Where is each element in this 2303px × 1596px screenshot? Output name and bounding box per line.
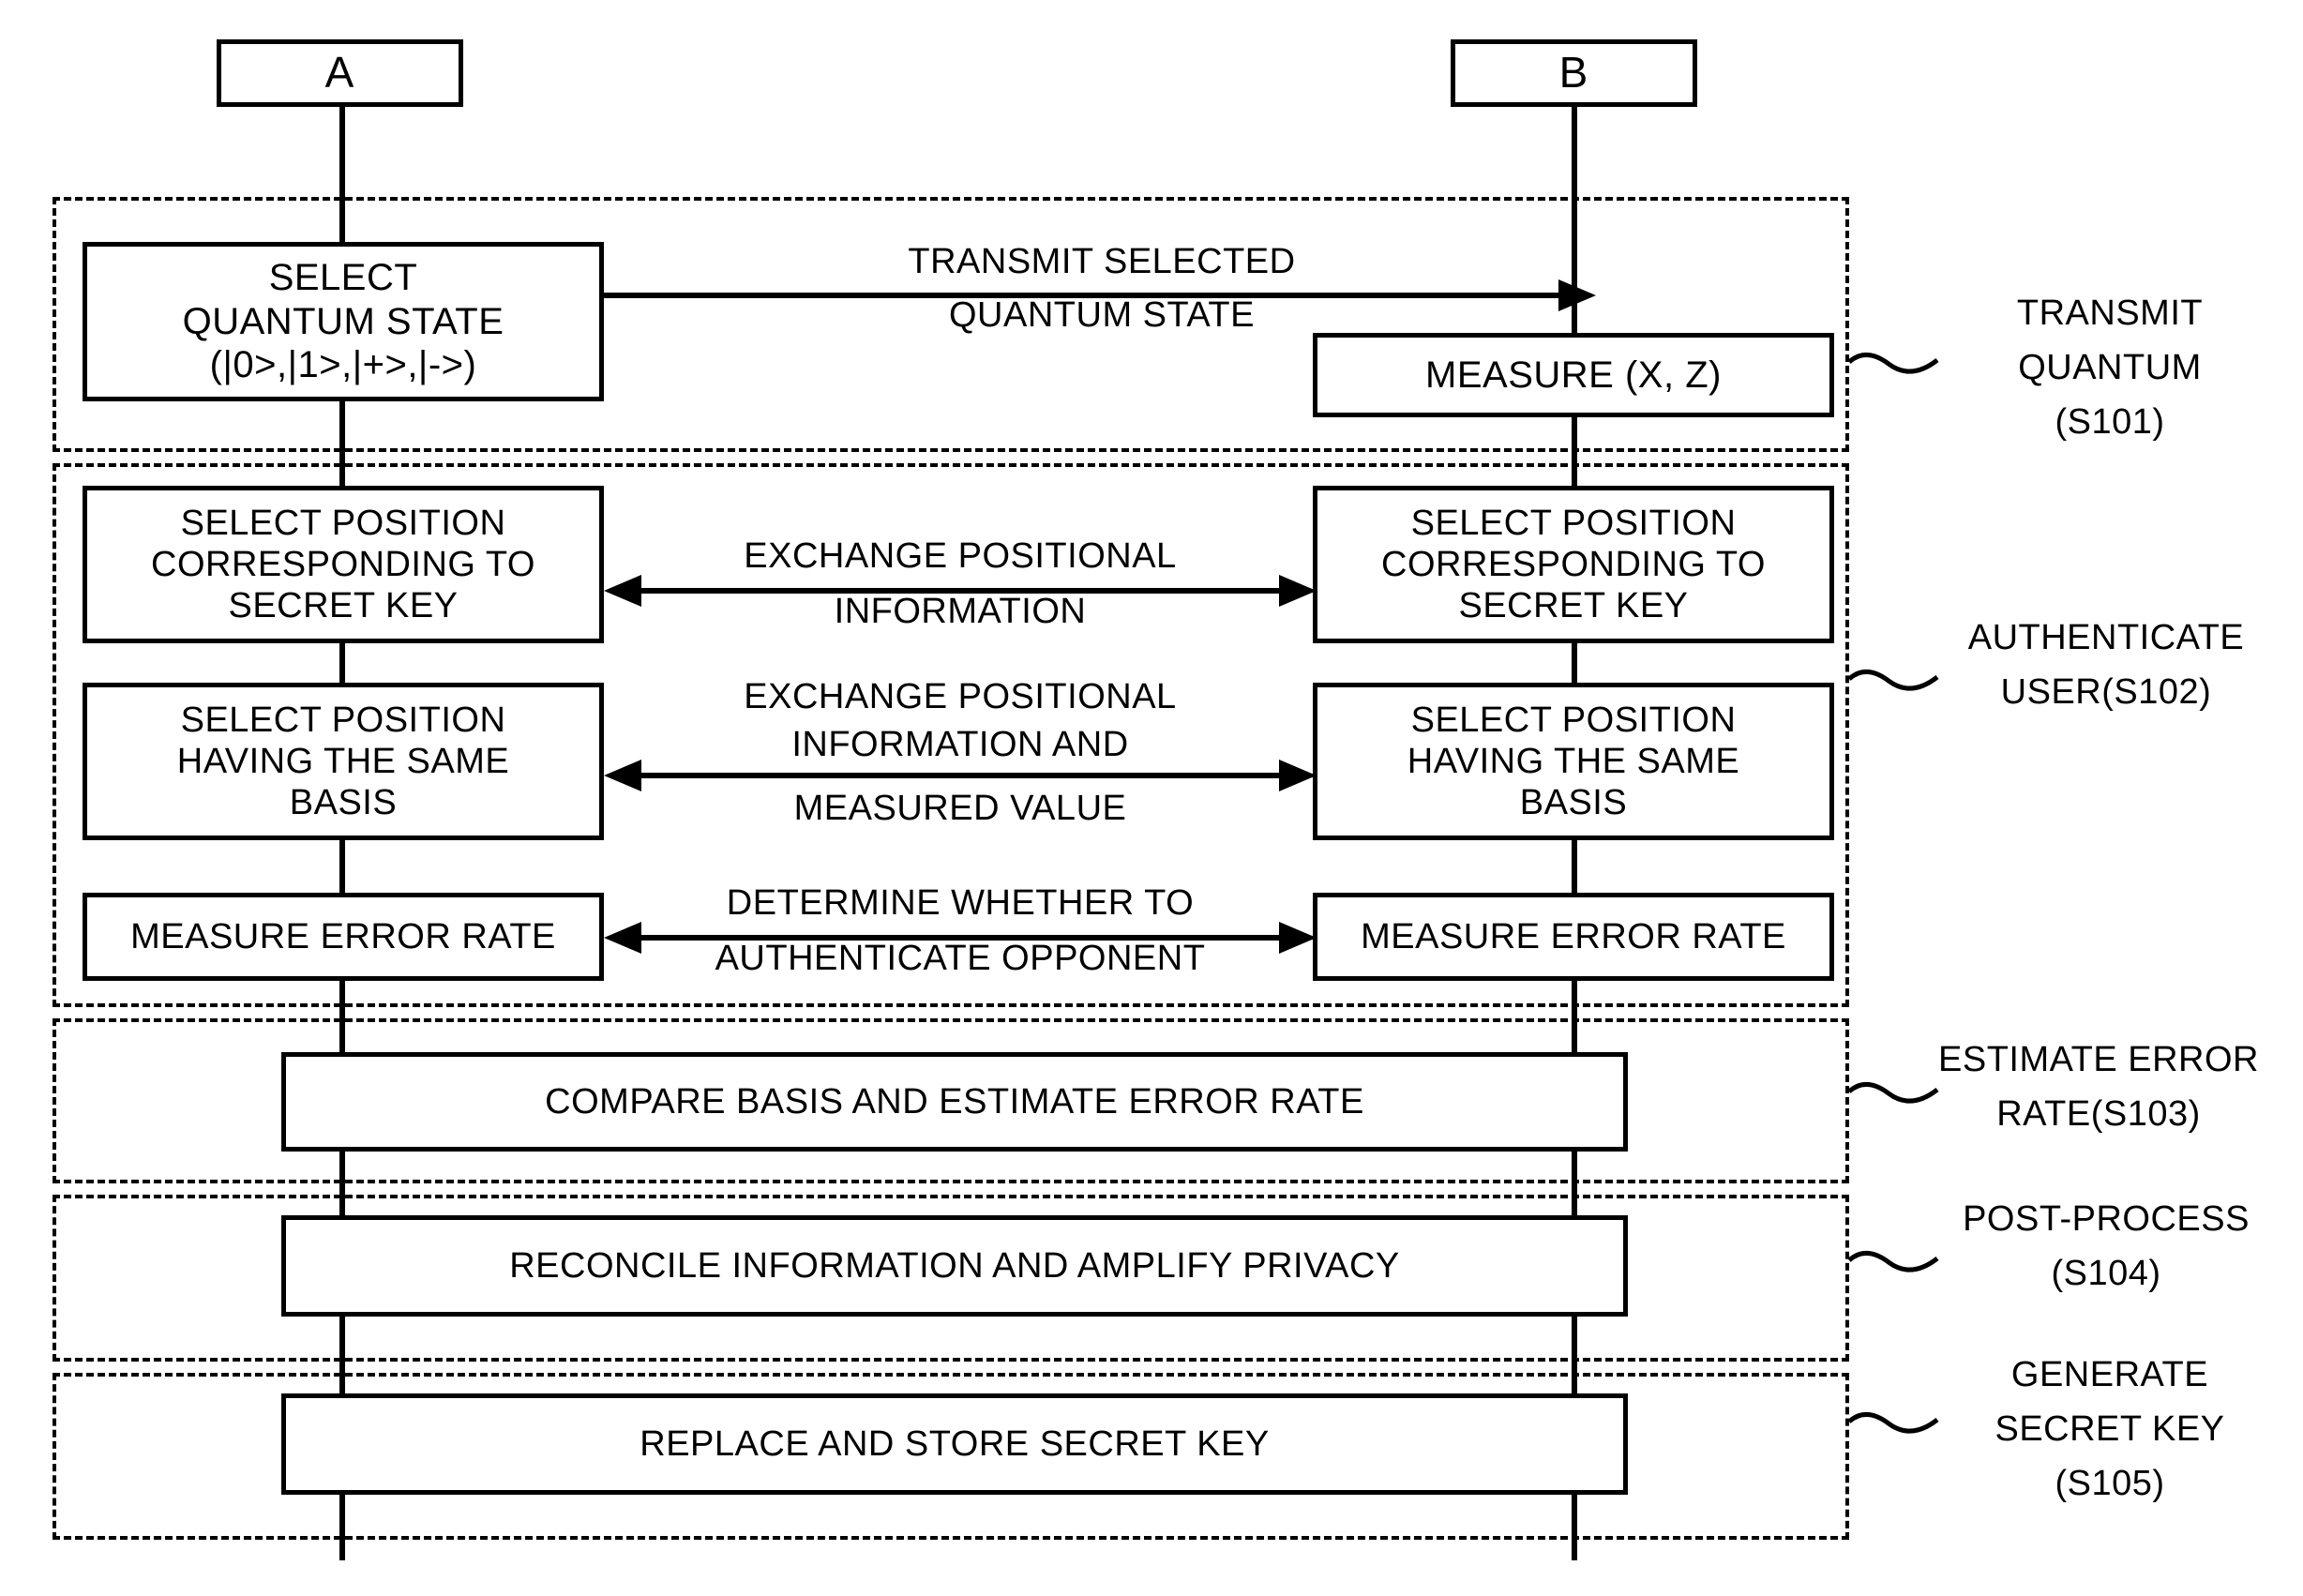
- arrow-label-line: INFORMATION: [834, 592, 1087, 632]
- box-line: HAVING THE SAME: [176, 741, 510, 781]
- arrow-label-exchange-positional-information-and-measured-value: EXCHANGE POSITIONAL INFORMATION AND MEAS…: [623, 677, 1298, 829]
- arrow-label-line: EXCHANGE POSITIONAL: [744, 536, 1177, 576]
- box-measure-error-rate-b: MEASURE ERROR RATE: [1313, 893, 1834, 981]
- box-line: CORRESPONDING TO: [1381, 544, 1766, 584]
- box-line: SELECT POSITION: [1410, 700, 1737, 740]
- phase-label-line: ESTIMATE ERROR: [1938, 1040, 2259, 1079]
- arrow-label-line: TRANSMIT SELECTED: [908, 242, 1296, 281]
- phase-label-line: TRANSMIT: [2016, 294, 2204, 333]
- party-box-b: B: [1451, 39, 1697, 107]
- box-line: QUANTUM STATE: [182, 300, 504, 342]
- box-line: SECRET KEY: [1458, 586, 1689, 626]
- box-line: CORRESPONDING TO: [151, 544, 535, 584]
- party-box-a: A: [217, 39, 463, 107]
- box-measure-xz: MEASURE (X, Z): [1313, 333, 1834, 417]
- box-compare-basis-estimate-error-rate: COMPARE BASIS AND ESTIMATE ERROR RATE: [281, 1052, 1628, 1152]
- phase-label-s104: POST-PROCESS (S104): [1909, 1198, 2303, 1294]
- box-select-position-secret-key-a: SELECT POSITION CORRESPONDING TO SECRET …: [83, 486, 604, 643]
- phase-label-s102: AUTHENTICATE USER(S102): [1909, 617, 2303, 713]
- party-label-a: A: [324, 48, 355, 98]
- phase-label-line: QUANTUM: [2018, 348, 2202, 388]
- box-line: MEASURE ERROR RATE: [130, 916, 556, 956]
- box-select-position-secret-key-b: SELECT POSITION CORRESPONDING TO SECRET …: [1313, 486, 1834, 643]
- box-select-quantum-state: SELECT QUANTUM STATE (|0>,|1>,|+>,|->): [83, 242, 604, 401]
- phase-label-line: GENERATE: [2010, 1355, 2209, 1394]
- party-label-b: B: [1558, 48, 1589, 98]
- box-line: MEASURE (X, Z): [1425, 354, 1722, 396]
- arrow-label-line: QUANTUM STATE: [949, 295, 1255, 336]
- phase-label-s105: GENERATE SECRET KEY (S105): [1932, 1354, 2288, 1504]
- box-line: SELECT POSITION: [1410, 503, 1737, 543]
- phase-label-line: RATE(S103): [1996, 1094, 2201, 1135]
- phase-label-line: SECRET KEY: [1994, 1409, 2225, 1450]
- squiggle-connector-s101: [1847, 353, 1939, 374]
- phase-label-line: AUTHENTICATE: [1967, 618, 2245, 657]
- phase-label-line: (S105): [2055, 1464, 2165, 1504]
- flowchart-canvas: A B SELECT QUANTUM STATE (|0>,|1>,|+>,|-…: [0, 0, 2303, 1596]
- box-replace-store-secret-key: REPLACE AND STORE SECRET KEY: [281, 1393, 1628, 1495]
- arrow-label-line: EXCHANGE POSITIONAL: [744, 677, 1177, 716]
- box-line: MEASURE ERROR RATE: [1361, 916, 1786, 956]
- arrow-label-transmit-selected-quantum-state: TRANSMIT SELECTED QUANTUM STATE: [694, 242, 1510, 337]
- phase-label-line: (S101): [2055, 402, 2165, 443]
- arrow-label-line: MEASURED VALUE: [793, 788, 1127, 828]
- box-line: COMPARE BASIS AND ESTIMATE ERROR RATE: [545, 1081, 1364, 1122]
- box-line: RECONCILE INFORMATION AND AMPLIFY PRIVAC…: [509, 1245, 1400, 1286]
- box-line: BASIS: [289, 783, 398, 823]
- box-measure-error-rate-a: MEASURE ERROR RATE: [83, 893, 604, 981]
- box-line: SELECT POSITION: [180, 503, 506, 543]
- box-line: SELECT POSITION: [180, 700, 506, 740]
- arrow-label-line: AUTHENTICATE OPPONENT: [715, 939, 1206, 979]
- box-select-position-same-basis-a: SELECT POSITION HAVING THE SAME BASIS: [83, 683, 604, 840]
- arrow-label-line: INFORMATION AND: [791, 725, 1129, 765]
- arrow-label-exchange-positional-information: EXCHANGE POSITIONAL INFORMATION: [623, 536, 1298, 633]
- box-line: BASIS: [1519, 783, 1628, 823]
- box-reconcile-information-amplify-privacy: RECONCILE INFORMATION AND AMPLIFY PRIVAC…: [281, 1215, 1628, 1317]
- phase-label-s101: TRANSMIT QUANTUM (S101): [1932, 293, 2288, 443]
- phase-label-line: USER(S102): [2000, 672, 2212, 713]
- box-line: (|0>,|1>,|+>,|->): [209, 344, 477, 386]
- arrow-label-line: DETERMINE WHETHER TO: [726, 883, 1195, 923]
- box-line: HAVING THE SAME: [1407, 741, 1740, 781]
- phase-label-s103: ESTIMATE ERROR RATE(S103): [1894, 1039, 2303, 1135]
- phase-label-line: (S104): [2051, 1254, 2161, 1294]
- box-select-position-same-basis-b: SELECT POSITION HAVING THE SAME BASIS: [1313, 683, 1834, 840]
- squiggle-connector-s105: [1847, 1412, 1939, 1434]
- phase-label-line: POST-PROCESS: [1963, 1199, 2250, 1239]
- box-line: REPLACE AND STORE SECRET KEY: [640, 1423, 1270, 1464]
- box-line: SELECT: [268, 257, 418, 299]
- box-line: SECRET KEY: [228, 586, 459, 626]
- arrow-label-determine-whether-to-authenticate-opponent: DETERMINE WHETHER TO AUTHENTICATE OPPONE…: [613, 883, 1307, 980]
